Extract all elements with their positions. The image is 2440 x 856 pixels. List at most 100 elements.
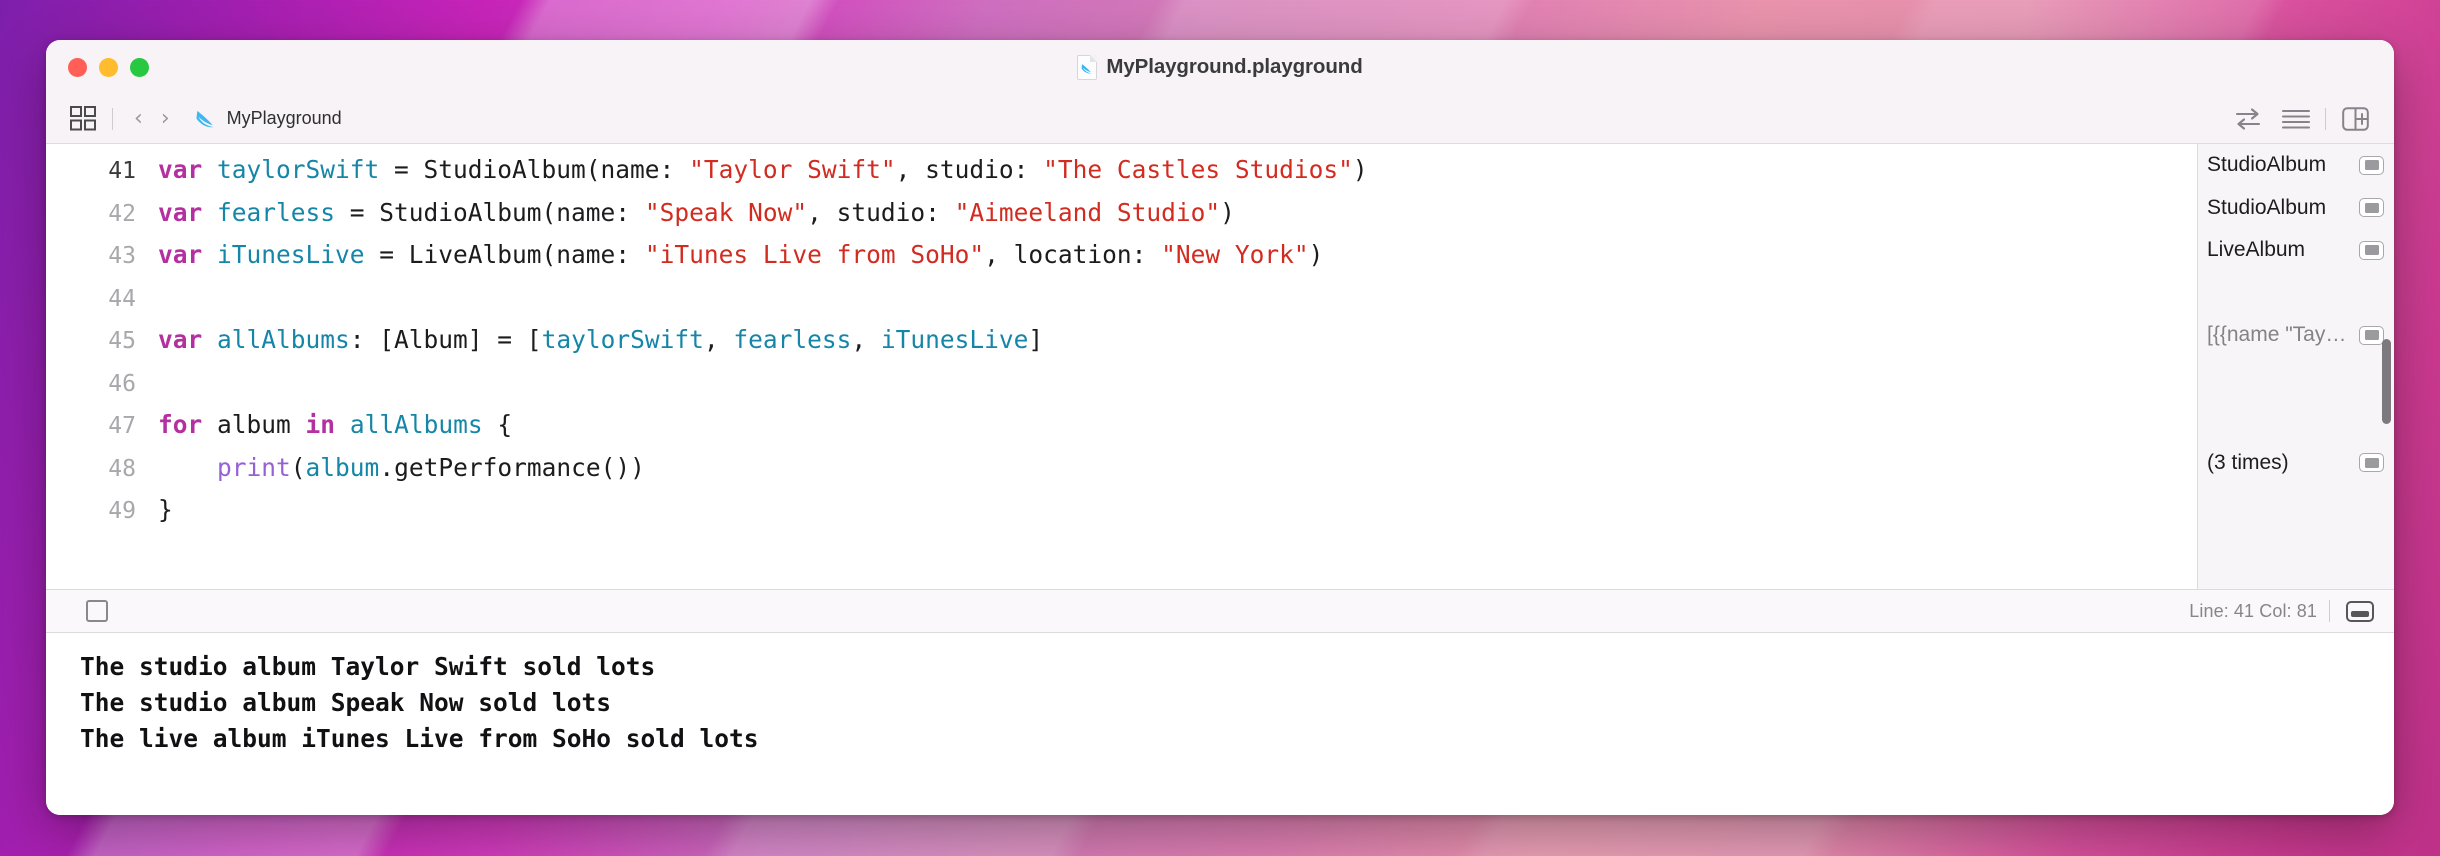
- code-token: ,: [851, 325, 881, 354]
- code-line[interactable]: 49}: [46, 489, 2197, 532]
- code-line[interactable]: 43 var iTunesLive = LiveAlbum(name: "iTun…: [46, 234, 2197, 277]
- line-number: 44: [108, 285, 136, 312]
- code-token: allAlbums: [349, 410, 483, 439]
- code-token: = LiveAlbum(name:: [364, 240, 645, 269]
- result-row: [2198, 484, 2394, 527]
- close-window-button[interactable]: [68, 57, 87, 77]
- line-number: 45: [108, 328, 136, 354]
- minimize-window-button[interactable]: [99, 57, 118, 77]
- code-token: (: [290, 452, 306, 482]
- window-titlebar: MyPlayground.playground: [46, 40, 2394, 94]
- code-token: var: [158, 197, 203, 227]
- console-line: The studio album Speak Now sold lots: [80, 688, 612, 718]
- code-lines[interactable]: 41 var taylorSwift = StudioAlbum(name: "T…: [46, 144, 2197, 532]
- line-number: 43: [108, 243, 136, 269]
- result-row: [2198, 357, 2394, 400]
- results-sidebar: StudioAlbum StudioAlbum LiveAlbum [{{name "…: [2198, 144, 2394, 590]
- code-token: ): [1352, 155, 1368, 184]
- quick-look-icon: [2364, 457, 2379, 468]
- editor-toolbar: ‹ › MyPlayground: [46, 94, 2394, 144]
- code-token: "New York": [1161, 240, 1309, 269]
- console-line: The studio album Taylor Swift sold lots: [80, 652, 656, 682]
- swift-playground-document-icon: [1077, 54, 1098, 80]
- code-token: = StudioAlbum(name:: [379, 155, 690, 184]
- quick-look-icon: [2364, 245, 2379, 256]
- navigator-toggle-button[interactable]: [66, 102, 100, 136]
- code-token: iTunesLive: [217, 240, 365, 269]
- result-rows: StudioAlbum StudioAlbum LiveAlbum [{{name "…: [2198, 144, 2394, 527]
- code-token: album: [202, 410, 306, 439]
- code-token: }: [158, 495, 173, 524]
- line-column-indicator: Line: 41 Col: 81: [2189, 600, 2317, 621]
- line-number: 41: [108, 158, 136, 184]
- compare-versions-icon: [2235, 107, 2261, 130]
- code-token: taylorSwift: [217, 155, 380, 184]
- results-scrollbar-thumb[interactable]: [2382, 339, 2391, 424]
- xcode-playground-window: MyPlayground.playground ‹ › MyPlayground…: [46, 40, 2394, 815]
- code-token: ]: [1028, 325, 1044, 354]
- code-token: album: [305, 452, 380, 482]
- stop-execution-button[interactable]: [86, 600, 108, 623]
- code-line[interactable]: 41 var taylorSwift = StudioAlbum(name: "T…: [46, 149, 2197, 192]
- quick-look-button[interactable]: [2359, 240, 2384, 260]
- line-number: 49: [108, 498, 136, 524]
- code-token: var: [158, 240, 203, 269]
- line-number: 47: [108, 413, 136, 439]
- code-token: "The Castles Studios": [1043, 155, 1353, 184]
- debug-console-output[interactable]: The studio album Taylor Swift sold lots T…: [46, 633, 2394, 815]
- result-value: LiveAlbum: [2207, 238, 2306, 262]
- breadcrumb[interactable]: MyPlayground: [193, 107, 342, 130]
- code-line[interactable]: 45 var allAlbums: [Album] = [taylorSwift,…: [46, 319, 2197, 362]
- status-divider: [2329, 600, 2330, 623]
- window-title-text: MyPlayground.playground: [1106, 55, 1363, 78]
- code-token: var: [158, 155, 203, 184]
- result-value: (3 times): [2207, 450, 2289, 474]
- result-value: StudioAlbum: [2207, 195, 2327, 219]
- compare-versions-button[interactable]: [2231, 102, 2265, 136]
- quick-look-button[interactable]: [2359, 453, 2384, 473]
- traffic-light-buttons: [68, 57, 149, 77]
- code-token: , studio:: [895, 155, 1044, 184]
- line-number: 48: [108, 455, 136, 482]
- code-token: : [Album] = [: [349, 325, 542, 354]
- quick-look-button[interactable]: [2359, 155, 2384, 175]
- toggle-debug-area-icon[interactable]: [2346, 600, 2374, 622]
- quick-look-icon: [2364, 330, 2379, 341]
- code-token: "iTunes Live from SoHo": [644, 240, 985, 269]
- breadcrumb-label: MyPlayground: [226, 108, 342, 128]
- code-line[interactable]: 48 print(album.getPerformance()): [46, 447, 2197, 490]
- code-token: {: [482, 410, 513, 439]
- add-editor-button[interactable]: [2338, 102, 2372, 136]
- code-line[interactable]: 47 for album in allAlbums {: [46, 404, 2197, 447]
- result-value: StudioAlbum: [2207, 153, 2327, 177]
- code-token: iTunesLive: [880, 325, 1029, 354]
- status-bar-right: Line: 41 Col: 81: [2189, 600, 2374, 623]
- desktop-wallpaper: MyPlayground.playground ‹ › MyPlayground…: [0, 0, 2440, 856]
- console-lines: The studio album Taylor Swift sold lots T…: [80, 649, 2394, 757]
- result-row: StudioAlbum: [2198, 187, 2394, 230]
- code-token: fearless: [733, 325, 852, 354]
- quick-look-button[interactable]: [2359, 325, 2384, 345]
- code-token: ,: [703, 325, 734, 354]
- code-token: , location:: [984, 240, 1162, 269]
- navigate-forward-button[interactable]: ›: [152, 107, 179, 130]
- code-token: for: [158, 410, 203, 439]
- code-line[interactable]: 44: [46, 277, 2197, 320]
- editor-options-icon: [2281, 109, 2311, 129]
- editor-options-button[interactable]: [2279, 102, 2313, 136]
- zoom-window-button[interactable]: [130, 57, 149, 77]
- code-token: taylorSwift: [541, 325, 704, 354]
- quick-look-button[interactable]: [2359, 198, 2384, 218]
- code-line[interactable]: 42 var fearless = StudioAlbum(name: "Spea…: [46, 192, 2197, 235]
- result-row: [2198, 272, 2394, 315]
- line-number: 42: [108, 200, 136, 227]
- code-line[interactable]: 46: [46, 362, 2197, 405]
- source-code-editor[interactable]: 41 var taylorSwift = StudioAlbum(name: "T…: [46, 144, 2198, 590]
- code-token: , studio:: [807, 197, 955, 227]
- navigate-back-button[interactable]: ‹: [125, 107, 152, 130]
- code-token: print: [217, 452, 291, 482]
- toolbar-right-group: [2231, 102, 2372, 136]
